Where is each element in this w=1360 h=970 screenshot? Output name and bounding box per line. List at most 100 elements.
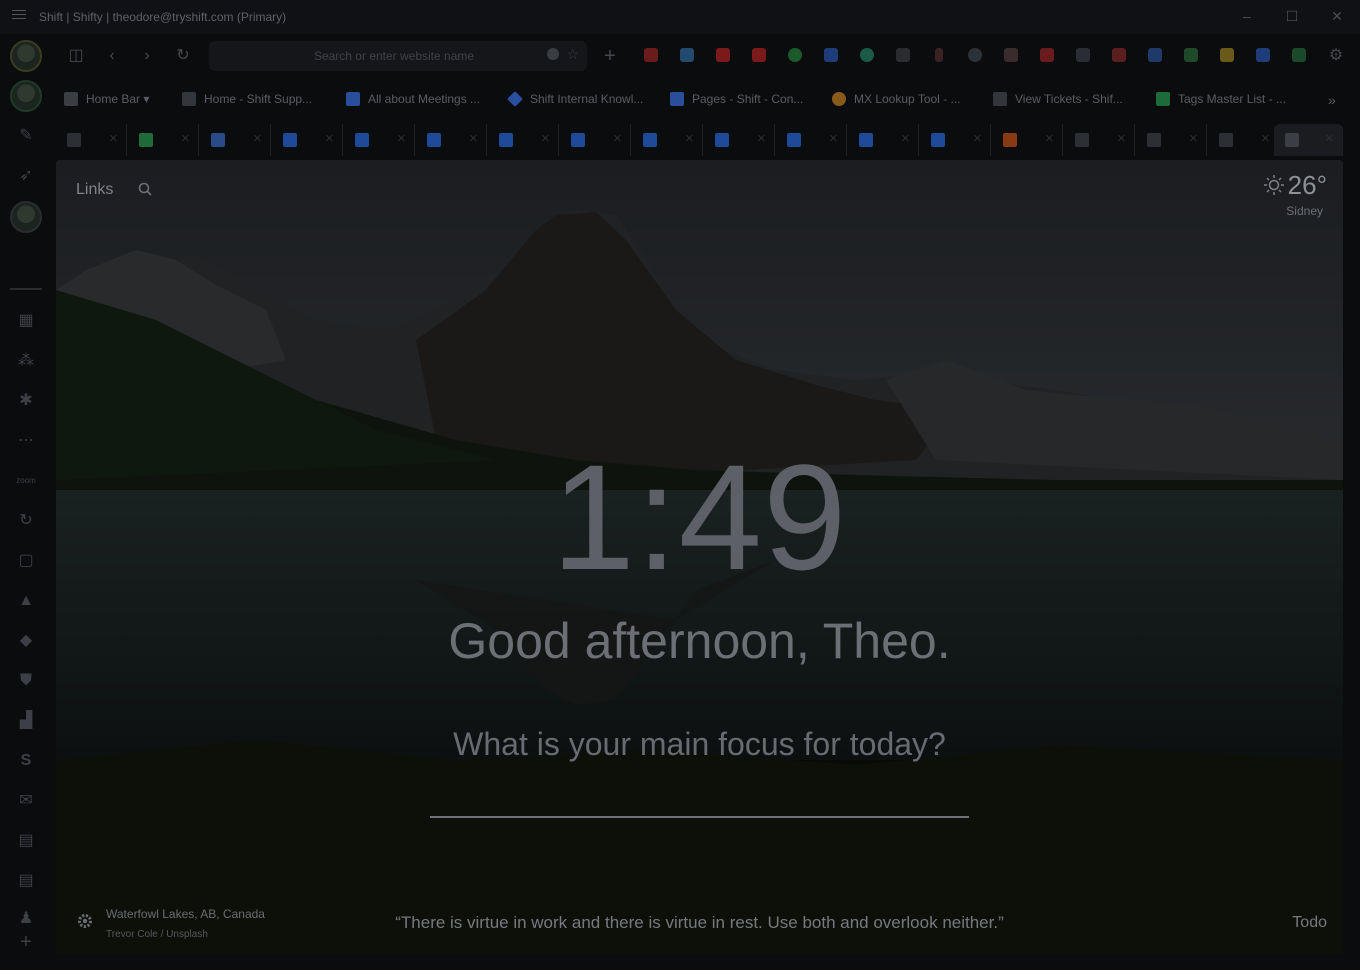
settings-icon[interactable]: ⚙ — [1326, 46, 1346, 66]
account-avatar[interactable] — [10, 40, 42, 72]
extension-icon-3[interactable] — [716, 48, 730, 62]
user-avatar[interactable] — [10, 201, 42, 233]
pin-icon[interactable]: ✎ — [16, 126, 36, 146]
account-avatar-secondary[interactable] — [10, 80, 42, 112]
slack-icon[interactable]: ✱ — [16, 391, 36, 411]
tab[interactable]: ✕ — [344, 124, 415, 156]
bookmark-shift-support[interactable]: Home - Shift Supp... — [182, 92, 312, 108]
extension-icon-12[interactable] — [1040, 48, 1054, 62]
tab[interactable]: ✕ — [200, 124, 271, 156]
bookmark-view-tickets[interactable]: View Tickets - Shif... — [993, 92, 1123, 108]
zendesk-icon[interactable] — [824, 48, 838, 62]
close-tab-icon[interactable]: ✕ — [757, 132, 766, 145]
close-tab-icon[interactable]: ✕ — [253, 132, 262, 145]
close-tab-icon[interactable]: ✕ — [1117, 132, 1126, 145]
close-tab-icon[interactable]: ✕ — [829, 132, 838, 145]
analytics-icon[interactable]: ▟ — [16, 711, 36, 731]
back-icon[interactable]: ‹ — [102, 46, 122, 66]
document-icon-2[interactable]: ▤ — [16, 871, 36, 891]
todo-button[interactable]: Todo — [1292, 914, 1327, 932]
bookmark-tags-master-list[interactable]: Tags Master List - ... — [1156, 92, 1286, 108]
square-icon[interactable]: ▢ — [16, 551, 36, 571]
google-docs-icon[interactable] — [1256, 48, 1270, 62]
zoom-icon[interactable]: zoom — [16, 471, 36, 491]
tab[interactable]: ✕ — [128, 124, 199, 156]
grammarly-icon[interactable] — [788, 48, 802, 62]
add-app-icon[interactable]: + — [16, 932, 36, 952]
bookmark-pages[interactable]: Pages - Shift - Con... — [670, 92, 803, 108]
more-bookmarks-icon[interactable]: » — [1328, 92, 1336, 108]
bookmark-meetings[interactable]: All about Meetings ... — [346, 92, 480, 108]
tab-active-new-tab[interactable]: ✕ — [1274, 124, 1343, 156]
s-app-icon[interactable]: S — [16, 751, 36, 771]
star-icon[interactable]: ☆ — [566, 46, 579, 63]
sidebar-toggle-icon[interactable]: ◫ — [66, 46, 86, 66]
extension-icon-1[interactable] — [644, 48, 658, 62]
close-tab-icon[interactable]: ✕ — [541, 132, 550, 145]
google-slides-icon[interactable] — [1220, 48, 1234, 62]
document-icon[interactable]: ▤ — [16, 831, 36, 851]
tab[interactable]: ✕ — [920, 124, 991, 156]
reload-icon[interactable]: ↻ — [173, 46, 193, 66]
weather-temperature[interactable]: 26° — [1288, 170, 1327, 201]
diamond-icon[interactable]: ◆ — [16, 631, 36, 651]
links-button[interactable]: Links — [76, 181, 113, 199]
focus-input[interactable] — [430, 816, 969, 818]
forward-icon[interactable]: › — [137, 46, 157, 66]
tab[interactable]: ✕ — [56, 124, 127, 156]
maximize-icon[interactable]: ☐ — [1285, 9, 1299, 23]
close-tab-icon[interactable]: ✕ — [685, 132, 694, 145]
bookmark-internal-knowledge[interactable]: Shift Internal Knowl... — [507, 91, 643, 108]
info-icon[interactable] — [547, 48, 559, 60]
group-icon[interactable]: ⁂ — [16, 351, 36, 371]
google-sheets-icon[interactable] — [1292, 48, 1306, 62]
tab[interactable]: ✕ — [272, 124, 343, 156]
tab[interactable]: ✕ — [416, 124, 487, 156]
layers-icon[interactable] — [1076, 48, 1090, 62]
cloud-icon[interactable] — [896, 48, 910, 62]
close-tab-icon[interactable]: ✕ — [181, 132, 190, 145]
bookmark-icon[interactable]: ⛊ — [16, 671, 36, 691]
close-tab-icon[interactable]: ✕ — [1189, 132, 1198, 145]
bookmark-home-bar[interactable]: Home Bar ▾ — [64, 92, 149, 108]
search-icon[interactable] — [138, 182, 152, 196]
close-tab-icon[interactable]: ✕ — [469, 132, 478, 145]
tab[interactable]: ✕ — [704, 124, 775, 156]
close-tab-icon[interactable]: ✕ — [397, 132, 406, 145]
extension-icon-2[interactable] — [680, 48, 694, 62]
tab[interactable]: ✕ — [848, 124, 919, 156]
tab[interactable]: ✕ — [632, 124, 703, 156]
gmail-icon[interactable] — [1112, 48, 1126, 62]
link-icon[interactable]: ↻ — [16, 511, 36, 531]
close-icon[interactable]: ✕ — [1330, 9, 1344, 23]
person-icon[interactable]: ♟ — [16, 909, 36, 929]
close-tab-icon[interactable]: ✕ — [613, 132, 622, 145]
tab[interactable]: ✕ — [1136, 124, 1207, 156]
mail-icon[interactable]: ✉ — [16, 791, 36, 811]
hamburger-menu-icon[interactable] — [12, 10, 26, 22]
new-tab-icon[interactable]: + — [600, 46, 620, 66]
tab[interactable]: ✕ — [776, 124, 847, 156]
address-bar[interactable]: Search or enter website name ☆ — [209, 41, 587, 71]
extension-icon-9[interactable] — [935, 48, 943, 62]
bookmark-mx-lookup[interactable]: MX Lookup Tool - ... — [832, 92, 961, 108]
chrome-icon[interactable] — [968, 48, 982, 62]
close-tab-icon[interactable]: ✕ — [1261, 132, 1270, 145]
minimize-icon[interactable]: – — [1240, 9, 1254, 23]
calendar-icon[interactable]: ▦ — [16, 311, 36, 331]
close-tab-icon[interactable]: ✕ — [1325, 132, 1334, 145]
close-tab-icon[interactable]: ✕ — [109, 132, 118, 145]
close-tab-icon[interactable]: ✕ — [325, 132, 334, 145]
tab[interactable]: ✕ — [1064, 124, 1135, 156]
extension-icon-7[interactable] — [860, 48, 874, 62]
extension-icon-4[interactable] — [752, 48, 766, 62]
tab[interactable]: ✕ — [992, 124, 1063, 156]
close-tab-icon[interactable]: ✕ — [1045, 132, 1054, 145]
tab[interactable]: ✕ — [560, 124, 631, 156]
close-tab-icon[interactable]: ✕ — [973, 132, 982, 145]
tab[interactable]: ✕ — [1208, 124, 1279, 156]
extension-icon-11[interactable] — [1004, 48, 1018, 62]
close-tab-icon[interactable]: ✕ — [901, 132, 910, 145]
more-dots-icon[interactable]: ⋯ — [16, 431, 36, 451]
drive-icon[interactable]: ▲ — [16, 591, 36, 611]
